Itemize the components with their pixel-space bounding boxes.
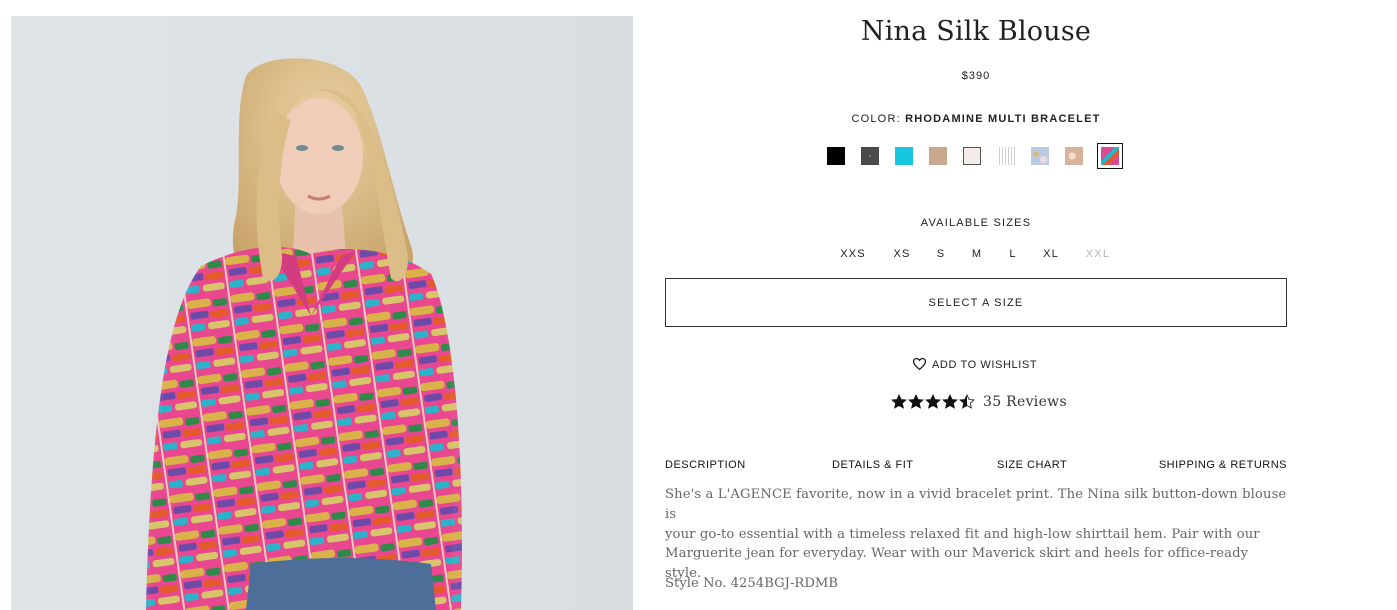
tab-details-fit[interactable]: DETAILS & FIT (832, 459, 913, 471)
size-xxl[interactable]: XXL (1086, 248, 1110, 260)
model-photo (11, 16, 633, 610)
swatch-white-stripe[interactable] (997, 147, 1015, 165)
size-xs[interactable]: XS (893, 248, 910, 260)
swatch-turquoise[interactable] (895, 147, 913, 165)
color-label-text: COLOR: (851, 113, 901, 125)
swatch-ivory[interactable] (963, 147, 981, 165)
size-options: XXS XS S M L XL XXL (665, 248, 1287, 262)
product-description: She's a L'AGENCE favorite, now in a vivi… (665, 485, 1287, 584)
product-info-tabs: DESCRIPTION DETAILS & FIT SIZE CHART SHI… (665, 459, 1287, 473)
swatch-blue-floral[interactable] (1031, 147, 1049, 165)
star-icon (959, 394, 975, 409)
star-icon (891, 394, 907, 409)
reviews-summary[interactable]: 35 Reviews (891, 393, 1067, 411)
size-xxs[interactable]: XXS (840, 248, 866, 260)
heart-icon (912, 357, 927, 373)
color-value: RHODAMINE MULTI BRACELET (905, 113, 1101, 125)
star-icon (908, 394, 924, 409)
add-to-wishlist-button[interactable]: ADD TO WISHLIST (912, 357, 1038, 373)
style-number: Style No. 4254BGJ-RDMB (665, 576, 839, 591)
size-s[interactable]: S (937, 248, 946, 260)
description-line: She's a L'AGENCE favorite, now in a vivi… (665, 487, 1287, 522)
tab-shipping-returns[interactable]: SHIPPING & RETURNS (1159, 459, 1287, 471)
swatch-black-print[interactable] (861, 147, 879, 165)
product-image[interactable] (11, 16, 633, 610)
color-label: COLOR: RHODAMINE MULTI BRACELET (665, 113, 1287, 125)
tab-description[interactable]: DESCRIPTION (665, 459, 746, 471)
star-icon (925, 394, 941, 409)
color-swatches (825, 143, 1125, 169)
available-sizes-label: AVAILABLE SIZES (920, 217, 1032, 229)
product-title: Nina Silk Blouse (860, 16, 1092, 47)
select-size-button[interactable]: SELECT A SIZE (665, 278, 1287, 327)
swatch-rhodamine-multi-bracelet[interactable] (1097, 143, 1123, 169)
wishlist-label: ADD TO WISHLIST (932, 359, 1038, 371)
description-line: your go-to essential with a timeless rel… (665, 526, 1260, 542)
star-rating (891, 394, 975, 410)
size-xl[interactable]: XL (1043, 248, 1059, 260)
tab-size-chart[interactable]: SIZE CHART (997, 459, 1067, 471)
size-l[interactable]: L (1009, 248, 1016, 260)
reviews-count: 35 Reviews (983, 394, 1067, 410)
size-m[interactable]: M (972, 248, 982, 260)
star-icon (942, 394, 958, 409)
product-price: $390 (961, 70, 991, 82)
swatch-beige-print[interactable] (1065, 147, 1083, 165)
swatch-tan[interactable] (929, 147, 947, 165)
swatch-black[interactable] (827, 147, 845, 165)
product-details: Nina Silk Blouse $390 COLOR: RHODAMINE M… (665, 0, 1287, 610)
